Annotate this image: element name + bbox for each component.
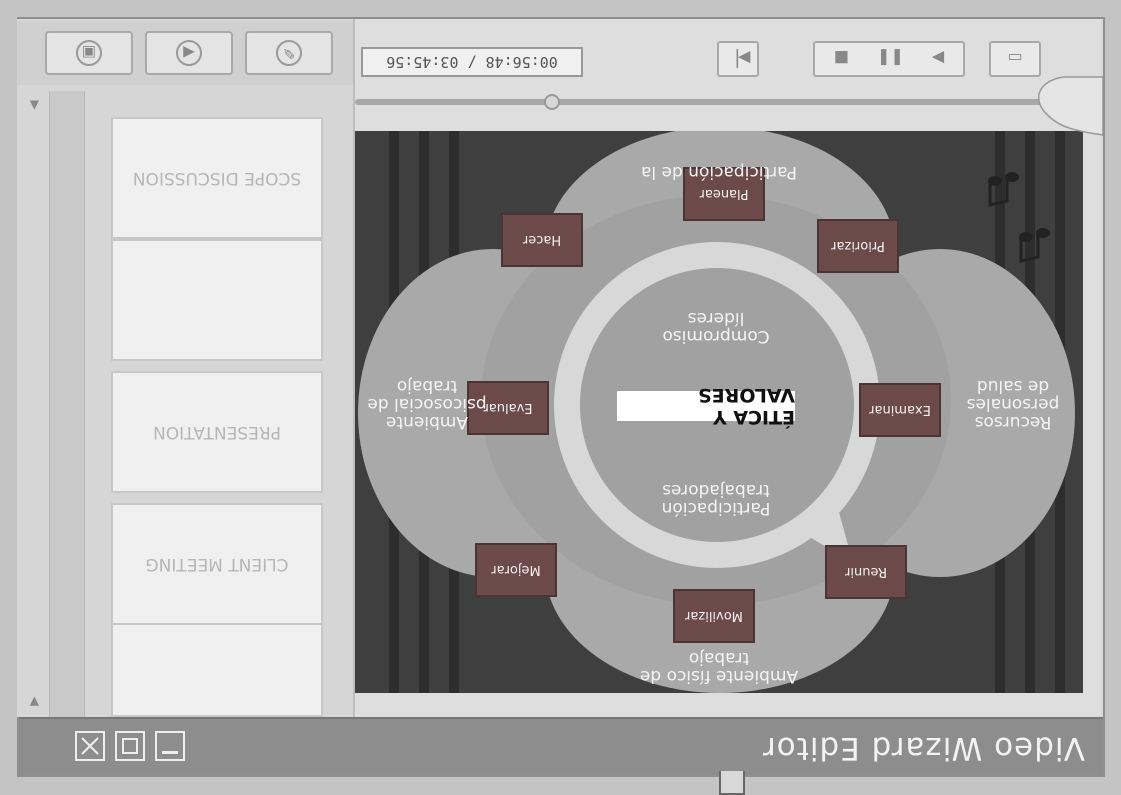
transport-buttons[interactable]: ▶ ❚❚ ■	[813, 41, 965, 77]
scroll-up-icon[interactable]: ▲	[25, 99, 39, 113]
step-mejorar: Mejorar	[475, 543, 557, 597]
play-icon: ▶	[931, 49, 945, 69]
maximize-icon	[122, 738, 138, 754]
stop-icon: ■	[833, 49, 849, 69]
step-movilizar: Movilizar	[673, 589, 755, 643]
title-tab-icon	[719, 771, 745, 795]
edit-tool-button[interactable]: ✎	[245, 31, 333, 75]
maximize-button[interactable]	[115, 731, 145, 761]
label-inner-top: Participación trabajadores	[661, 480, 771, 518]
timecode-display: 00:56:48 / 03:45:56	[361, 47, 583, 77]
thumbnail-scrollbar[interactable]	[49, 91, 85, 717]
label-bottom: Ambiente físico de trabajo	[639, 648, 799, 686]
label-top: Participación de la	[641, 162, 798, 182]
label-right: Ambiente psicosocial de trabajo	[367, 376, 487, 432]
step-hacer: Hacer	[501, 213, 583, 267]
scene-thumbnail[interactable]: SCOPE DISCUSSION	[111, 117, 323, 239]
back-tool-button[interactable]: ◀	[145, 31, 233, 75]
pause-icon: ❚❚	[877, 49, 904, 69]
seek-handle[interactable]	[544, 94, 560, 110]
video-editor-window: Video Wizard Editor Movilizar Reunir Exa…	[17, 17, 1105, 795]
scene-thumbnail[interactable]: CLIENT MEETING	[111, 503, 323, 625]
center-title: ÉTICA Y VALORES	[617, 384, 795, 428]
scroll-down-icon[interactable]: ▼	[25, 695, 39, 709]
label-inner-bottom: Compromiso líderes	[662, 308, 770, 346]
close-icon	[81, 737, 99, 755]
title-bar[interactable]: Video Wizard Editor	[19, 717, 1103, 795]
step-priorizar: Priorizar	[817, 219, 899, 273]
back-icon: ◀	[176, 40, 202, 66]
label-left: Recursos personales de salud	[966, 376, 1060, 432]
save-icon: ▣	[76, 40, 102, 66]
step-examinar: Examinar	[859, 383, 941, 437]
editor-screen: Video Wizard Editor Movilizar Reunir Exa…	[0, 0, 1121, 795]
scene-list-panel: ▼ ▲ CLIENT MEETING PRESENTATION SCOPE DI…	[17, 19, 353, 717]
music-note-sticker-icon	[988, 76, 1103, 263]
step-reunir: Reunir	[825, 545, 907, 599]
tool-bar: ✎ ◀ ▣	[17, 21, 353, 85]
frame-step-button[interactable]: ▶▏	[717, 41, 759, 77]
frame-step-icon: ▶▏	[725, 49, 751, 69]
scene-thumbnail[interactable]: PRESENTATION	[111, 371, 323, 493]
close-button[interactable]	[75, 731, 105, 761]
save-tool-button[interactable]: ▣	[45, 31, 133, 75]
minimize-icon	[162, 751, 178, 754]
minimize-button[interactable]	[155, 731, 185, 761]
scene-thumbnail[interactable]	[111, 239, 323, 361]
window-title: Video Wizard Editor	[761, 730, 1085, 766]
pencil-icon: ✎	[276, 40, 302, 66]
